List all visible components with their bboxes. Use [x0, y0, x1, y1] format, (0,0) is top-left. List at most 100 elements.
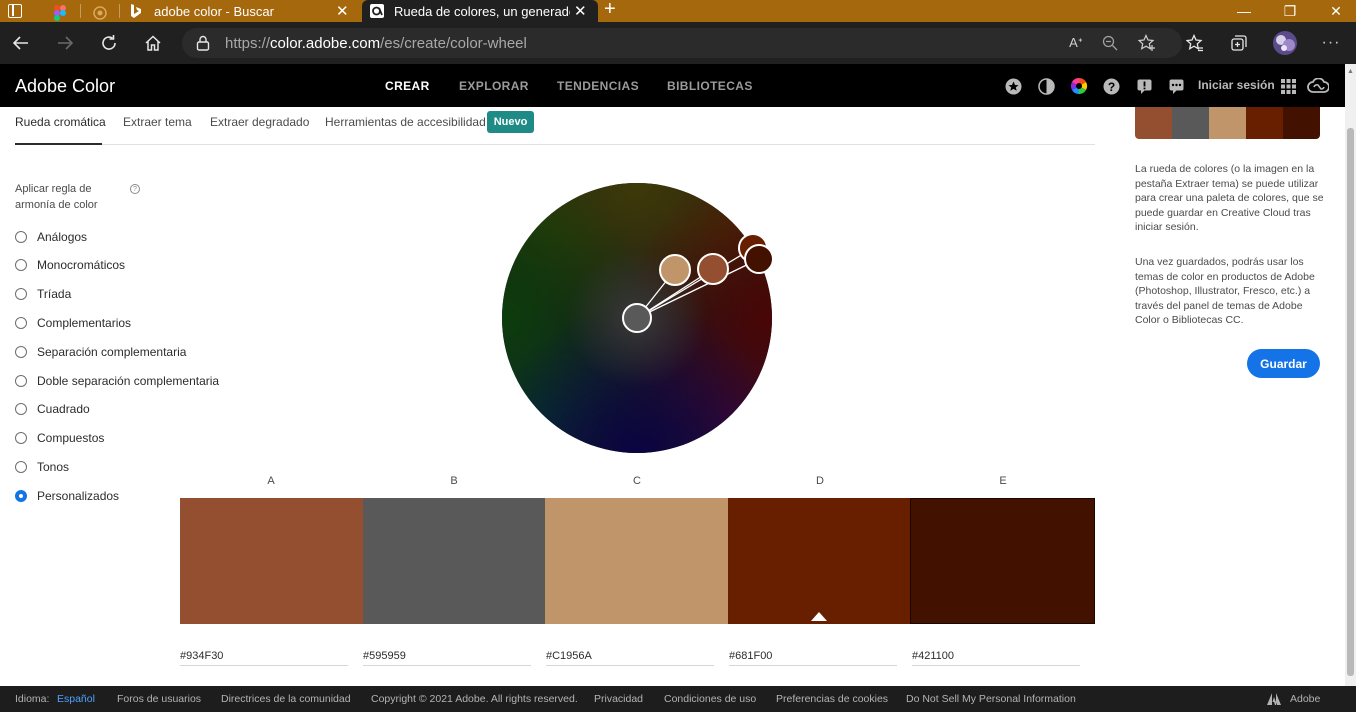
footer-link-privacy[interactable]: Privacidad: [594, 693, 643, 705]
hex-input-b[interactable]: #595959: [363, 650, 531, 666]
rule-personalizados[interactable]: Personalizados: [15, 487, 119, 505]
hex-input-c[interactable]: #C1956A: [546, 650, 714, 666]
tab-adobe-color[interactable]: Rueda de colores, un generador ✕: [362, 0, 598, 22]
tab-bing-search[interactable]: adobe color - Buscar ✕: [120, 0, 356, 22]
page-scrollbar[interactable]: ▲: [1345, 64, 1356, 686]
color-wheel-icon[interactable]: [1070, 77, 1088, 95]
rule-label: Tonos: [37, 460, 70, 474]
lock-icon: [196, 35, 210, 51]
new-tab-button[interactable]: +: [604, 0, 626, 20]
footer-adobe[interactable]: Adobe: [1290, 693, 1320, 705]
footer-link-do-not-sell[interactable]: Do Not Sell My Personal Information: [906, 693, 1076, 705]
tab-herramientas-accesibilidad[interactable]: Herramientas de accesibilidad: [325, 115, 486, 129]
nav-tendencias[interactable]: TENDENCIAS: [557, 79, 639, 93]
forward-button[interactable]: [52, 30, 78, 56]
close-tab-icon[interactable]: ✕: [336, 2, 349, 20]
swatch-e[interactable]: [910, 498, 1095, 624]
address-bar[interactable]: https://color.adobe.com/es/create/color-…: [182, 28, 1182, 58]
scrollbar-thumb[interactable]: [1347, 128, 1354, 676]
radio-button[interactable]: [15, 375, 27, 387]
nav-explorar[interactable]: EXPLORAR: [459, 79, 529, 93]
radio-button[interactable]: [15, 403, 27, 415]
hex-input-a[interactable]: #934F30: [180, 650, 348, 666]
tab-extraer-tema[interactable]: Extraer tema: [123, 115, 192, 129]
help-icon[interactable]: ?: [1102, 77, 1120, 95]
info-text-saved: Una vez guardados, podrás usar los temas…: [1135, 256, 1315, 326]
hex-input-d[interactable]: #681F00: [729, 650, 897, 666]
rule-complementarios[interactable]: Complementarios: [15, 314, 131, 332]
help-icon[interactable]: ?: [130, 184, 140, 194]
hex-input-e[interactable]: #421100: [912, 650, 1080, 666]
save-button[interactable]: Guardar: [1247, 349, 1320, 378]
more-options-icon[interactable]: ···: [1318, 30, 1344, 56]
rule-cuadrado[interactable]: Cuadrado: [15, 400, 90, 418]
swatch-d[interactable]: [728, 498, 910, 624]
back-button[interactable]: [8, 30, 34, 56]
color-handle-c[interactable]: [659, 254, 691, 286]
radio-button[interactable]: [15, 288, 27, 300]
notification-icon[interactable]: [1135, 77, 1153, 95]
tab-actions-icon[interactable]: [8, 4, 22, 18]
subtab-divider: [15, 144, 1095, 145]
browser-toolbar: https://color.adobe.com/es/create/color-…: [0, 22, 1356, 64]
radio-button[interactable]: [15, 259, 27, 271]
scroll-up-icon[interactable]: ▲: [1347, 68, 1354, 75]
footer-link-guidelines[interactable]: Directrices de la comunidad: [221, 693, 351, 705]
favorites-icon[interactable]: [1182, 30, 1208, 56]
radio-button[interactable]: [15, 432, 27, 444]
rule-triada[interactable]: Tríada: [15, 285, 71, 303]
apps-grid-icon[interactable]: [1279, 77, 1297, 95]
tab-title: adobe color - Buscar: [154, 3, 274, 19]
info-text-wheel: La rueda de colores (o la imagen en la p…: [1135, 163, 1324, 233]
rule-monocromaticos[interactable]: Monocromáticos: [15, 256, 125, 274]
tab-rueda-cromatica[interactable]: Rueda cromática: [15, 115, 106, 129]
collections-icon[interactable]: [1226, 30, 1252, 56]
rule-separacion-complementaria[interactable]: Separación complementaria: [15, 343, 186, 361]
feedback-icon[interactable]: [1167, 77, 1185, 95]
radio-button-selected[interactable]: [15, 490, 27, 502]
swatch-c[interactable]: [545, 498, 728, 624]
app-brand[interactable]: Adobe Color: [15, 76, 115, 97]
color-wheel[interactable]: [497, 178, 777, 458]
sign-in-link[interactable]: Iniciar sesión: [1198, 78, 1275, 92]
restore-icon[interactable]: ❐: [1267, 0, 1313, 22]
active-tab-indicator: [15, 143, 102, 145]
read-aloud-icon[interactable]: Aᐩ: [1063, 30, 1089, 56]
swatch-b[interactable]: [363, 498, 545, 624]
profile-avatar[interactable]: [1270, 28, 1300, 58]
swatch-a[interactable]: [180, 498, 363, 624]
home-button[interactable]: [140, 30, 166, 56]
rule-doble-separacion[interactable]: Doble separación complementaria: [15, 372, 219, 390]
creative-cloud-icon[interactable]: [1307, 77, 1329, 95]
pinned-tab-generic[interactable]: [80, 3, 120, 22]
radio-button[interactable]: [15, 461, 27, 473]
theme-preview: [1135, 107, 1320, 139]
rule-tonos[interactable]: Tonos: [15, 458, 69, 476]
contrast-icon[interactable]: [1037, 77, 1055, 95]
minimize-icon[interactable]: —: [1221, 0, 1267, 22]
radio-button[interactable]: [15, 317, 27, 329]
tab-extraer-degradado[interactable]: Extraer degradado: [210, 115, 309, 129]
footer-link-cookies[interactable]: Preferencias de cookies: [776, 693, 888, 705]
close-tab-icon[interactable]: ✕: [574, 2, 587, 20]
rule-analogos[interactable]: Análogos: [15, 228, 87, 246]
radio-button[interactable]: [15, 231, 27, 243]
radio-button[interactable]: [15, 346, 27, 358]
language-selector[interactable]: Español: [57, 693, 95, 705]
zoom-out-icon[interactable]: [1097, 30, 1123, 56]
nav-bibliotecas[interactable]: BIBLIOTECAS: [667, 79, 753, 93]
refresh-button[interactable]: [96, 30, 122, 56]
footer-link-terms[interactable]: Condiciones de uso: [664, 693, 756, 705]
star-icon[interactable]: [1004, 77, 1022, 95]
pinned-tab-figma[interactable]: [40, 3, 80, 22]
rule-compuestos[interactable]: Compuestos: [15, 429, 104, 447]
add-favorite-icon[interactable]: [1134, 30, 1160, 56]
color-handle-e[interactable]: [744, 244, 774, 274]
svg-text:?: ?: [1107, 80, 1114, 94]
footer-copyright: Copyright © 2021 Adobe. All rights reser…: [371, 693, 578, 705]
close-window-icon[interactable]: ✕: [1313, 0, 1356, 22]
color-handle-a[interactable]: [697, 253, 729, 285]
color-handle-b[interactable]: [622, 303, 652, 333]
footer-link-forums[interactable]: Foros de usuarios: [117, 693, 201, 705]
nav-crear[interactable]: CREAR: [385, 79, 430, 93]
